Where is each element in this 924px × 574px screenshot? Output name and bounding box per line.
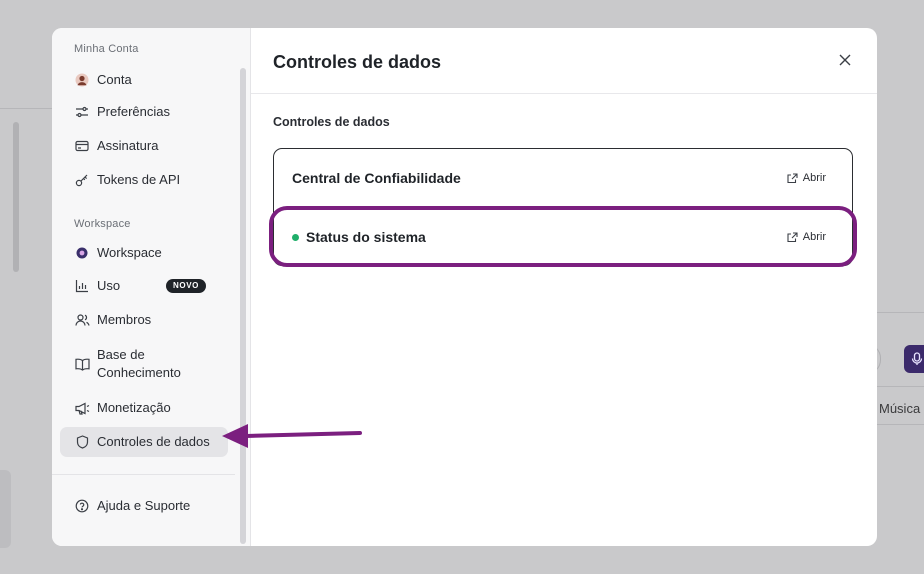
open-system-status-link[interactable]: Abrir bbox=[787, 231, 826, 243]
sidebar-item-label: Assinatura bbox=[97, 138, 159, 153]
microphone-icon bbox=[904, 345, 924, 373]
shield-icon bbox=[74, 434, 90, 450]
sidebar-item-membros[interactable]: Membros bbox=[60, 305, 228, 335]
sidebar-item-label: Base de Conhecimento bbox=[97, 347, 181, 380]
close-icon bbox=[839, 54, 851, 66]
background-panel bbox=[0, 470, 11, 548]
row-title: Central de Confiabilidade bbox=[292, 170, 461, 186]
sidebar-item-workspace[interactable]: Workspace bbox=[60, 238, 228, 268]
sidebar-item-label: Membros bbox=[97, 312, 152, 327]
sidebar-item-label: Conta bbox=[97, 72, 132, 87]
sidebar-item-assinatura[interactable]: Assinatura bbox=[60, 131, 228, 161]
avatar-icon bbox=[74, 72, 90, 88]
section-label-account: Minha Conta bbox=[74, 43, 139, 55]
background-divider bbox=[877, 386, 924, 387]
section-label-workspace: Workspace bbox=[74, 218, 131, 230]
sidebar-item-controles-dados[interactable]: Controles de dados bbox=[60, 427, 228, 457]
sidebar-item-uso[interactable]: Uso NOVO bbox=[60, 271, 228, 301]
sidebar-item-label: Controles de dados bbox=[97, 434, 210, 449]
data-controls-card: Central de Confiabilidade Abrir Status d… bbox=[273, 148, 853, 266]
sidebar-divider bbox=[52, 474, 235, 475]
workspace-icon bbox=[74, 245, 90, 261]
users-icon bbox=[74, 312, 90, 328]
open-link-label: Abrir bbox=[802, 231, 826, 243]
page-title: Controles de dados bbox=[273, 52, 442, 72]
content-header: Controles de dados bbox=[251, 28, 877, 94]
sidebar-item-label: Preferências bbox=[97, 104, 170, 119]
settings-content: Controles de dados Controles de dados Ce… bbox=[251, 28, 877, 546]
background-divider bbox=[0, 108, 52, 109]
sidebar-item-preferencias[interactable]: Preferências bbox=[60, 97, 228, 127]
key-icon bbox=[74, 172, 90, 188]
sidebar-item-label: Ajuda e Suporte bbox=[97, 498, 191, 513]
sliders-icon bbox=[74, 104, 90, 120]
close-button[interactable] bbox=[835, 50, 855, 70]
megaphone-icon bbox=[74, 400, 90, 416]
new-badge: NOVO bbox=[166, 279, 206, 293]
sidebar-item-base-conhecimento[interactable]: Base de Conhecimento bbox=[60, 344, 228, 384]
sidebar-item-conta[interactable]: Conta bbox=[60, 65, 228, 95]
section-heading: Controles de dados bbox=[273, 115, 390, 129]
background-divider bbox=[877, 424, 924, 425]
list-item-status-sistema: Status do sistema Abrir bbox=[274, 208, 852, 266]
bar-chart-icon bbox=[74, 278, 90, 294]
background-musica-label: Música bbox=[879, 401, 921, 416]
background-scrollbar bbox=[13, 122, 19, 272]
sidebar-item-monetizacao[interactable]: Monetização bbox=[60, 393, 228, 423]
list-item-central-confiabilidade: Central de Confiabilidade Abrir bbox=[274, 149, 852, 207]
background-divider bbox=[877, 312, 924, 313]
help-circle-icon bbox=[74, 498, 90, 514]
row-title: Status do sistema bbox=[306, 229, 426, 245]
open-link-label: Abrir bbox=[802, 172, 826, 184]
settings-modal: Minha Conta Conta Preferências Assinatur… bbox=[52, 28, 877, 546]
status-dot-icon bbox=[292, 233, 299, 241]
sidebar-item-label: Workspace bbox=[97, 245, 162, 260]
external-link-icon bbox=[787, 172, 798, 183]
sidebar-scrollbar[interactable] bbox=[240, 68, 246, 544]
credit-card-icon bbox=[74, 138, 90, 154]
sidebar-item-tokens-api[interactable]: Tokens de API bbox=[60, 165, 228, 195]
settings-sidebar: Minha Conta Conta Preferências Assinatur… bbox=[52, 28, 251, 546]
sidebar-item-ajuda-suporte[interactable]: Ajuda e Suporte bbox=[60, 491, 228, 521]
book-icon bbox=[74, 356, 90, 372]
external-link-icon bbox=[787, 231, 798, 242]
sidebar-item-label: Uso bbox=[97, 278, 121, 293]
sidebar-item-label: Tokens de API bbox=[97, 172, 181, 187]
sidebar-item-label: Monetização bbox=[97, 400, 171, 415]
open-trust-center-link[interactable]: Abrir bbox=[787, 172, 826, 184]
